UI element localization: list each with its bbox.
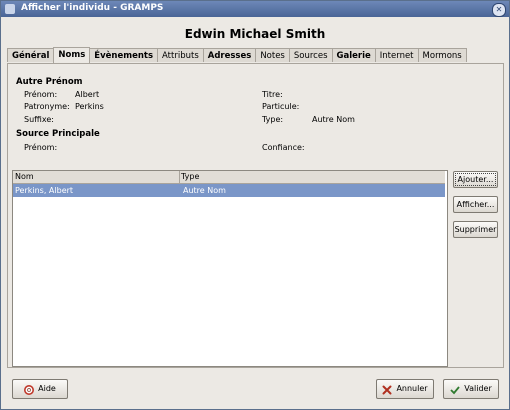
cancel-x-icon bbox=[382, 384, 392, 395]
alt-name-section-title: Autre Prénom bbox=[16, 77, 83, 87]
person-full-name: Edwin Michael Smith bbox=[184, 27, 326, 41]
person-editor-window: Afficher l'individu - GRAMPS ✕ Edwin Mic… bbox=[0, 0, 510, 410]
tab-evenements[interactable]: Évènements bbox=[89, 48, 159, 62]
confiance-label: Confiance: bbox=[262, 143, 305, 152]
particule-label: Particule: bbox=[262, 102, 300, 111]
window-title: Afficher l'individu - GRAMPS bbox=[21, 3, 164, 13]
source-section-title: Source Principale bbox=[16, 129, 100, 139]
help-lifebuoy-icon bbox=[24, 384, 35, 395]
aide-button[interactable]: Aide bbox=[12, 379, 68, 399]
valider-label: Valider bbox=[464, 384, 492, 393]
noms-panel: Autre Prénom Prénom: Albert Patronyme: P… bbox=[7, 63, 504, 368]
annuler-button[interactable]: Annuler bbox=[376, 379, 434, 399]
names-list[interactable]: Nom Type Perkins, Albert Autre Nom bbox=[12, 170, 448, 367]
tab-notes[interactable]: Notes bbox=[255, 48, 290, 62]
titre-label: Titre: bbox=[262, 90, 283, 99]
annuler-label: Annuler bbox=[396, 384, 428, 393]
tab-general[interactable]: Général bbox=[7, 48, 55, 62]
tab-attributs[interactable]: Attributs bbox=[157, 48, 204, 62]
column-header-type[interactable]: Type bbox=[179, 171, 445, 183]
list-header: Nom Type bbox=[13, 171, 445, 184]
source-prenom-label: Prénom: bbox=[24, 143, 58, 152]
list-item-type: Autre Nom bbox=[183, 186, 226, 195]
tab-sources[interactable]: Sources bbox=[288, 48, 333, 62]
ajouter-button[interactable]: Ajouter... bbox=[453, 171, 498, 188]
gramps-app-icon bbox=[5, 4, 15, 14]
confirm-check-icon bbox=[450, 384, 460, 395]
tab-galerie[interactable]: Galerie bbox=[331, 48, 376, 62]
tab-internet[interactable]: Internet bbox=[374, 48, 419, 62]
valider-button[interactable]: Valider bbox=[443, 379, 499, 399]
type-label: Type: bbox=[262, 115, 284, 124]
tab-noms[interactable]: Noms bbox=[53, 47, 91, 63]
title-bar[interactable]: Afficher l'individu - GRAMPS ✕ bbox=[1, 1, 509, 17]
tab-bar: Général Noms Évènements Attributs Adress… bbox=[7, 47, 467, 63]
alt-patronyme-value: Perkins bbox=[75, 102, 104, 111]
type-value: Autre Nom bbox=[312, 115, 355, 124]
tab-adresses[interactable]: Adresses bbox=[202, 48, 257, 62]
column-header-nom[interactable]: Nom bbox=[13, 171, 180, 183]
list-item[interactable]: Perkins, Albert Autre Nom bbox=[13, 184, 445, 197]
close-icon[interactable]: ✕ bbox=[492, 3, 506, 17]
tab-mormons[interactable]: Mormons bbox=[417, 48, 467, 62]
list-item-nom: Perkins, Albert bbox=[15, 186, 74, 195]
alt-prenom-value: Albert bbox=[75, 90, 100, 99]
alt-suffixe-label: Suffixe: bbox=[24, 115, 54, 124]
aide-label: Aide bbox=[38, 384, 56, 393]
alt-patronyme-label: Patronyme: bbox=[24, 102, 70, 111]
afficher-button[interactable]: Afficher... bbox=[453, 196, 498, 213]
supprimer-button[interactable]: Supprimer bbox=[453, 221, 498, 238]
alt-prenom-label: Prénom: bbox=[24, 90, 58, 99]
